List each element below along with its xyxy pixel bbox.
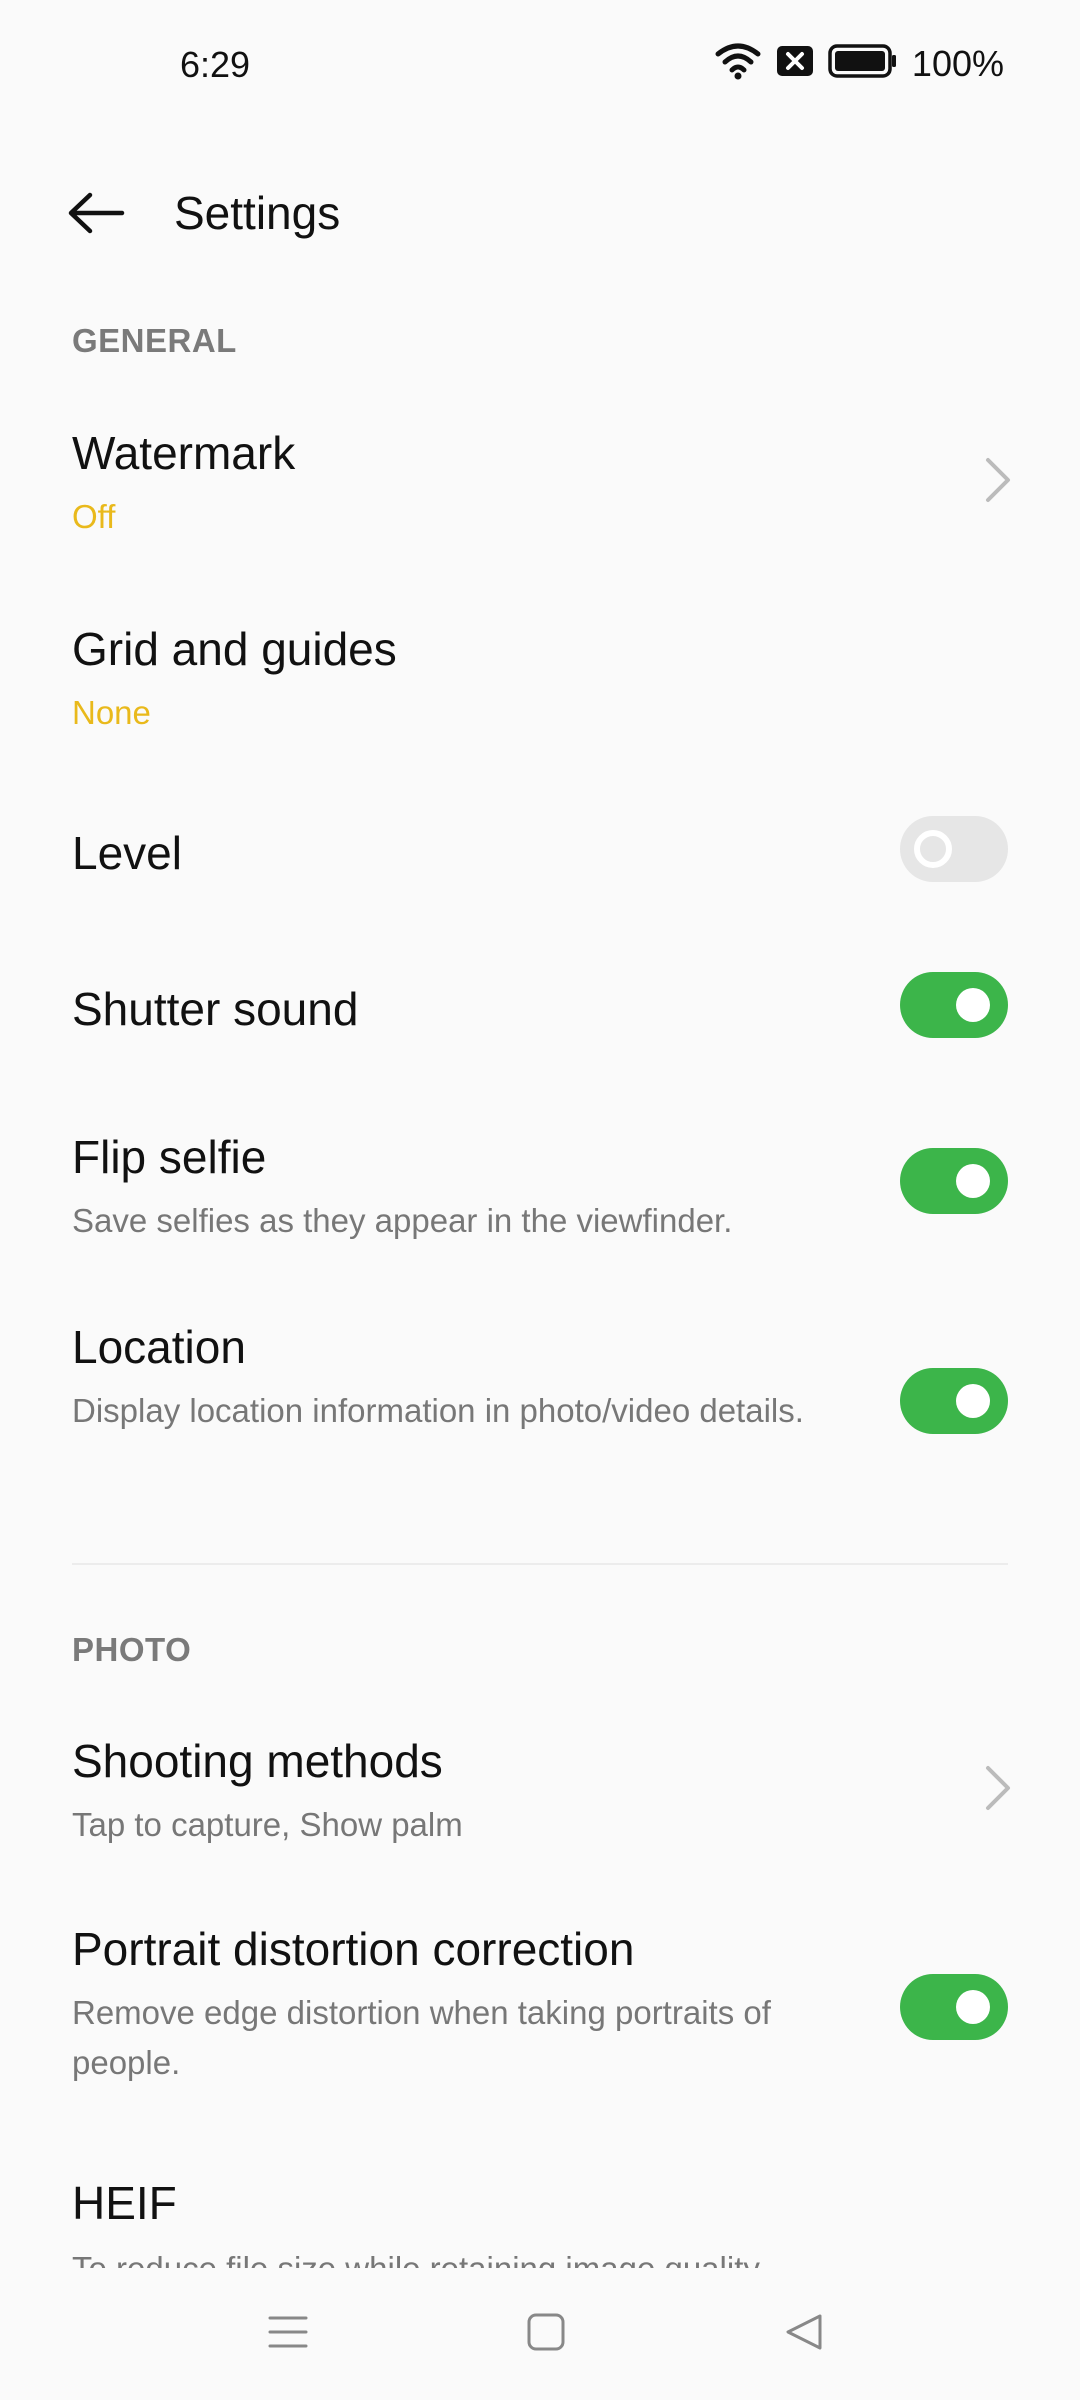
location-subtitle: Display location information in photo/vi… xyxy=(72,1392,804,1429)
setting-level[interactable]: Level xyxy=(0,800,1080,920)
portrait-subtitle: Remove edge distortion when taking portr… xyxy=(72,1994,771,2081)
system-navigation-bar xyxy=(0,2268,1080,2400)
toggle-knob xyxy=(914,830,952,868)
status-icons: 100% xyxy=(714,42,1004,85)
section-header-general: GENERAL xyxy=(72,322,237,359)
setting-location[interactable]: Location Display location information in… xyxy=(0,1306,1080,1506)
location-title: Location xyxy=(72,1321,246,1373)
shutter-toggle[interactable] xyxy=(900,972,1008,1038)
location-toggle[interactable] xyxy=(900,1368,1008,1434)
toggle-knob xyxy=(956,1164,990,1198)
watermark-value: Off xyxy=(72,498,116,535)
shooting-title: Shooting methods xyxy=(72,1735,443,1787)
battery-icon xyxy=(828,44,898,83)
section-header-photo: PHOTO xyxy=(72,1631,192,1668)
heif-title: HEIF xyxy=(72,2177,177,2229)
portrait-title: Portrait distortion correction xyxy=(72,1923,635,1975)
grid-value: None xyxy=(72,694,151,731)
toggle-knob xyxy=(956,1384,990,1418)
setting-portrait-distortion-correction[interactable]: Portrait distortion correction Remove ed… xyxy=(0,1908,1080,2108)
setting-flip-selfie[interactable]: Flip selfie Save selfies as they appear … xyxy=(0,1110,1080,1270)
battery-percentage: 100% xyxy=(911,42,1004,84)
chevron-right-icon xyxy=(978,1762,1018,1814)
menu-button[interactable] xyxy=(258,2304,318,2364)
setting-watermark[interactable]: Watermark Off xyxy=(0,400,1080,570)
setting-shutter-sound[interactable]: Shutter sound xyxy=(0,956,1080,1076)
menu-icon xyxy=(266,2312,310,2357)
back-triangle-icon xyxy=(782,2310,826,2359)
settings-screen: 6:29 100% Settings GENERAL Watermark Off… xyxy=(0,0,1080,2268)
setting-grid-and-guides[interactable]: Grid and guides None xyxy=(0,596,1080,766)
chevron-right-icon xyxy=(978,454,1018,506)
flip-title: Flip selfie xyxy=(72,1131,267,1183)
shooting-subtitle: Tap to capture, Show palm xyxy=(72,1806,463,1843)
level-title: Level xyxy=(72,827,182,879)
setting-shooting-methods[interactable]: Shooting methods Tap to capture, Show pa… xyxy=(0,1712,1080,1882)
section-divider xyxy=(72,1563,1008,1565)
status-time: 6:29 xyxy=(180,44,251,85)
toggle-knob xyxy=(956,1990,990,2024)
grid-title: Grid and guides xyxy=(72,623,397,675)
shutter-title: Shutter sound xyxy=(72,983,359,1035)
arrow-left-icon xyxy=(66,191,126,240)
toggle-knob xyxy=(956,988,990,1022)
no-sim-icon xyxy=(776,45,814,82)
status-bar: 6:29 100% xyxy=(0,0,1080,130)
setting-heif[interactable]: HEIF To reduce file size while retaining… xyxy=(0,2168,1080,2268)
page-title: Settings xyxy=(174,187,341,239)
portrait-toggle[interactable] xyxy=(900,1974,1008,2040)
flip-subtitle: Save selfies as they appear in the viewf… xyxy=(72,1202,733,1239)
app-bar: Settings xyxy=(0,160,1080,270)
wifi-icon xyxy=(714,42,762,85)
system-back-button[interactable] xyxy=(774,2304,834,2364)
watermark-title: Watermark xyxy=(72,427,296,479)
back-button[interactable] xyxy=(58,180,134,250)
home-icon xyxy=(525,2311,567,2358)
heif-subtitle: To reduce file size while retaining imag… xyxy=(72,2244,862,2268)
level-toggle[interactable] xyxy=(900,816,1008,882)
home-button[interactable] xyxy=(516,2304,576,2364)
flip-toggle[interactable] xyxy=(900,1148,1008,1214)
